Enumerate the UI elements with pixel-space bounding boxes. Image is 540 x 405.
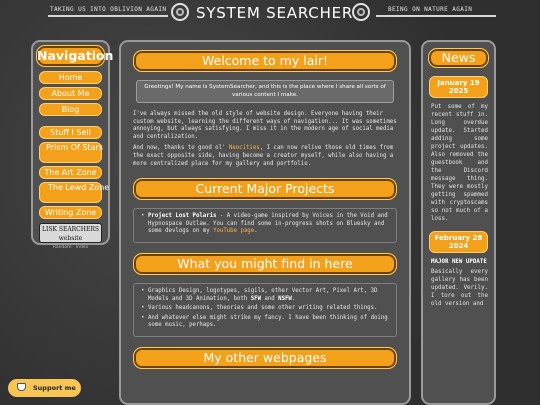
intro-paragraph-2: And now, thanks to good ol' Neocities, I…	[133, 145, 397, 168]
support-me-button[interactable]: Support me	[8, 379, 81, 397]
header-left-tagline: TAKING US INTO OBLIVION AGAIN	[50, 6, 167, 13]
news-entry-text: Put some of my recent stuff in. Long ove…	[431, 104, 488, 222]
nav-item-art-zone[interactable]: The Art Zone	[39, 166, 102, 179]
nav-item-lewd-zone[interactable]: The Lewd Zone	[39, 182, 109, 203]
coffee-cup-icon	[17, 383, 26, 391]
find-box: Graphics Design, logotypes, sigils, othe…	[133, 282, 397, 337]
nav-separator	[33, 119, 108, 123]
sfw-label: SFW	[250, 295, 262, 302]
emblem-right-icon	[352, 3, 370, 21]
projects-list: Project Lost Polaris - A video-game insp…	[140, 213, 390, 236]
header-right-tagline: BEING ON NATURE AGAIN	[388, 6, 473, 13]
find-item-end: .	[291, 295, 296, 302]
support-label: Support me	[33, 384, 76, 392]
emblem-left-icon	[171, 3, 189, 21]
nav-footer-text[interactable]: Random · Index	[33, 245, 108, 250]
intro-paragraph-1: I've always missed the old style of webs…	[133, 111, 397, 140]
youtube-link[interactable]: YouTube page	[213, 228, 254, 234]
welcome-heading: Welcome to my lair!	[133, 50, 397, 72]
list-item: Various headcanons, theories and some ot…	[141, 305, 390, 313]
news-date: January 19 2025	[429, 76, 488, 98]
find-list: Graphics Design, logotypes, sigils, othe…	[140, 288, 390, 330]
navigation-panel: Navigation Home About Me Blog Stuff I Se…	[31, 40, 113, 250]
projects-box: Project Lost Polaris - A video-game insp…	[133, 208, 397, 243]
site-title: SYSTEM SEARCHER	[196, 4, 354, 22]
news-entry-text: Basically every gallery has been updated…	[431, 269, 488, 307]
project-name: Project Lost Polaris	[148, 213, 217, 220]
project-description-end: .	[254, 228, 258, 235]
header-line-left	[48, 15, 168, 17]
nsfw-label: NSFW	[278, 295, 292, 302]
news-entry-title: MAJOR NEW UPDATE	[431, 259, 487, 265]
main-content-panel: Welcome to my lair! Greetings! My name i…	[119, 40, 411, 405]
webpages-heading: My other webpages	[133, 346, 397, 369]
intro-p2-start: And now, thanks to good ol'	[133, 145, 229, 152]
nav-item-blog[interactable]: Blog	[39, 103, 102, 116]
find-item-and: and	[261, 295, 279, 302]
news-panel: News January 19 2025 Put some of my rece…	[421, 40, 496, 405]
header-line-right	[376, 15, 496, 17]
list-item: Graphics Design, logotypes, sigils, othe…	[141, 288, 390, 303]
nav-item-home[interactable]: Home	[39, 71, 102, 84]
nav-item-writing-zone[interactable]: Writing Zone	[39, 206, 102, 219]
nav-item-stuff-i-sell[interactable]: Stuff I Sell	[39, 126, 102, 139]
navigation-heading: Navigation	[36, 45, 113, 67]
projects-heading: Current Major Projects	[133, 178, 397, 201]
neocities-link[interactable]: Neocities	[229, 145, 260, 151]
project-item: Project Lost Polaris - A video-game insp…	[141, 213, 390, 236]
find-heading: What you might find in here	[133, 252, 397, 275]
news-date: February 28 2024	[429, 231, 488, 253]
nav-item-about-me[interactable]: About Me	[39, 87, 102, 100]
nav-item-prism-of-stars[interactable]: Prism Of Stars	[39, 142, 103, 163]
list-item: And whatever else might strike my fancy.…	[141, 315, 390, 330]
greeting-box: Greetings! My name is SystemSearcher, an…	[136, 80, 394, 103]
site-badge[interactable]: LISK SEARCHERS website	[39, 223, 102, 243]
news-heading: News	[428, 48, 489, 68]
site-header: TAKING US INTO OBLIVION AGAIN SYSTEM SEA…	[0, 0, 540, 32]
